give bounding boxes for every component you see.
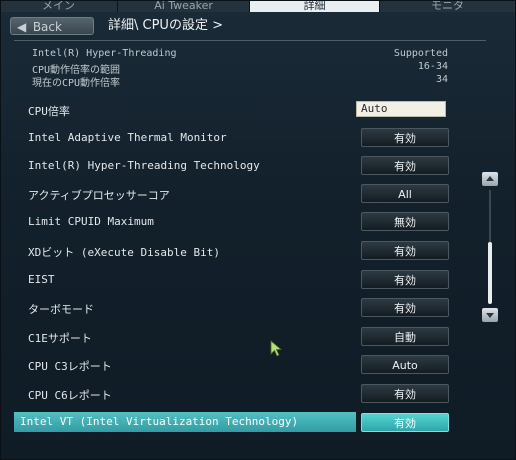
- bios-screen: メイン Ai Tweaker 詳細 モニタ ◀ Back 詳細\ CPUの設定 …: [0, 0, 516, 460]
- screen-border: [0, 0, 516, 460]
